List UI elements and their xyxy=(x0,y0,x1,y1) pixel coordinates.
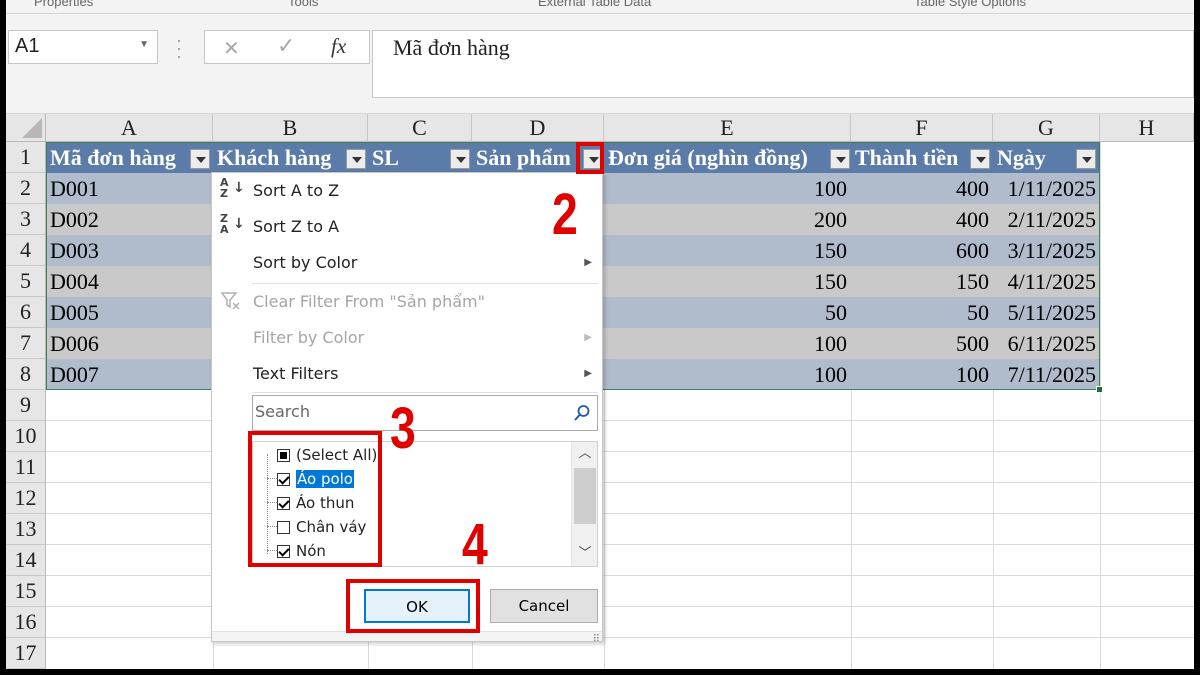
gridline xyxy=(1100,142,1101,669)
sort-by-color-label: Sort by Color xyxy=(253,253,358,272)
row-header-10[interactable]: 10 xyxy=(6,421,46,452)
name-box[interactable]: A1 ▼ xyxy=(8,30,158,64)
sort-z-to-a-label: Sort Z to A xyxy=(253,217,340,236)
sort-a-to-z-item[interactable]: A Z ↓ Sort A to Z xyxy=(212,173,602,209)
search-placeholder: Search xyxy=(255,402,310,421)
ribbon-group-external: External Table Data xyxy=(538,0,652,9)
cancel-entry-icon[interactable]: ✕ xyxy=(223,36,240,60)
annotation-box-3 xyxy=(248,431,382,567)
row-header-8[interactable]: 8 xyxy=(6,359,46,390)
clear-filter-icon xyxy=(220,290,244,318)
row-header-12[interactable]: 12 xyxy=(6,483,46,514)
ribbon-group-style-options: Table Style Options xyxy=(914,0,1027,9)
chevron-down-icon[interactable]: ﹀ xyxy=(572,542,597,566)
cancel-button[interactable]: Cancel xyxy=(490,589,598,623)
column-header-b[interactable]: B xyxy=(213,114,368,142)
filter-by-color-label: Filter by Color xyxy=(253,328,365,347)
submenu-arrow-icon: ▶ xyxy=(584,257,592,268)
row-header-3[interactable]: 3 xyxy=(6,204,46,235)
ribbon-group-tools: Tools xyxy=(288,0,319,9)
formula-bar-grip-icon[interactable]: · · · xyxy=(176,31,182,65)
column-header-c[interactable]: C xyxy=(368,114,472,142)
formula-bar: A1 ▼ · · · ✕ ✓ fx Mã đơn hàng xyxy=(6,14,1194,114)
excel-window: Properties Tools External Table Data Tab… xyxy=(6,0,1194,669)
scroll-thumb[interactable] xyxy=(574,468,596,524)
row-header-16[interactable]: 16 xyxy=(6,607,46,638)
list-scrollbar[interactable]: ︿ ﹀ xyxy=(571,442,597,566)
clear-filter-label: Clear Filter From "Sản phẩm" xyxy=(253,292,485,311)
search-icon[interactable] xyxy=(573,404,591,422)
annotation-number-2: 2 xyxy=(552,182,578,247)
sort-a-to-z-label: Sort A to Z xyxy=(253,181,340,200)
table-resize-handle[interactable] xyxy=(1096,386,1103,393)
clear-filter-item[interactable]: Clear Filter From "Sản phẩm" xyxy=(212,284,602,320)
filter-by-color-item[interactable]: Filter by Color ▶ xyxy=(212,320,602,356)
text-filters-label: Text Filters xyxy=(253,364,339,383)
formula-input[interactable]: Mã đơn hàng xyxy=(372,30,1194,98)
submenu-arrow-icon: ▶ xyxy=(584,332,592,343)
column-header-d[interactable]: D xyxy=(472,114,604,142)
row-header-15[interactable]: 15 xyxy=(6,576,46,607)
formula-buttons: ✕ ✓ fx xyxy=(204,30,370,64)
enter-entry-icon[interactable]: ✓ xyxy=(277,34,295,59)
column-header-h[interactable]: H xyxy=(1100,114,1194,142)
sort-ascending-icon: A Z ↓ xyxy=(220,176,245,200)
menu-separator xyxy=(252,392,598,393)
row-header-1[interactable]: 1 xyxy=(6,142,46,173)
row-header-5[interactable]: 5 xyxy=(6,266,46,297)
filter-search-input[interactable]: Search xyxy=(252,395,598,431)
row-header-17[interactable]: 17 xyxy=(6,638,46,669)
row-header-14[interactable]: 14 xyxy=(6,545,46,576)
annotation-box-4 xyxy=(346,579,480,633)
column-header-a[interactable]: A xyxy=(46,114,213,142)
row-header-4[interactable]: 4 xyxy=(6,235,46,266)
submenu-arrow-icon: ▶ xyxy=(584,368,592,379)
row-header-11[interactable]: 11 xyxy=(6,452,46,483)
column-header-g[interactable]: G xyxy=(993,114,1100,142)
row-header-13[interactable]: 13 xyxy=(6,514,46,545)
select-all-corner[interactable] xyxy=(6,114,46,142)
row-header-9[interactable]: 9 xyxy=(6,390,46,421)
column-header-f[interactable]: F xyxy=(851,114,993,142)
insert-function-icon[interactable]: fx xyxy=(331,34,346,59)
annotation-box-2 xyxy=(576,142,604,174)
text-filters-item[interactable]: Text Filters ▶ xyxy=(212,356,602,392)
sort-z-to-a-item[interactable]: Z A ↓ Sort Z to A xyxy=(212,209,602,245)
row-header-2[interactable]: 2 xyxy=(6,173,46,204)
name-box-dropdown-icon[interactable]: ▼ xyxy=(139,39,149,50)
annotation-number-4: 4 xyxy=(462,512,488,577)
ribbon-group-properties: Properties xyxy=(34,0,94,9)
sort-descending-icon: Z A ↓ xyxy=(220,212,245,236)
chevron-up-icon[interactable]: ︿ xyxy=(572,442,597,466)
row-header-6[interactable]: 6 xyxy=(6,297,46,328)
row-header-7[interactable]: 7 xyxy=(6,328,46,359)
sort-by-color-item[interactable]: Sort by Color ▶ xyxy=(212,245,602,281)
annotation-number-3: 3 xyxy=(390,396,416,461)
column-header-e[interactable]: E xyxy=(604,114,851,142)
ribbon-group-labels: Properties Tools External Table Data Tab… xyxy=(6,0,1194,14)
name-box-value: A1 xyxy=(15,35,40,57)
